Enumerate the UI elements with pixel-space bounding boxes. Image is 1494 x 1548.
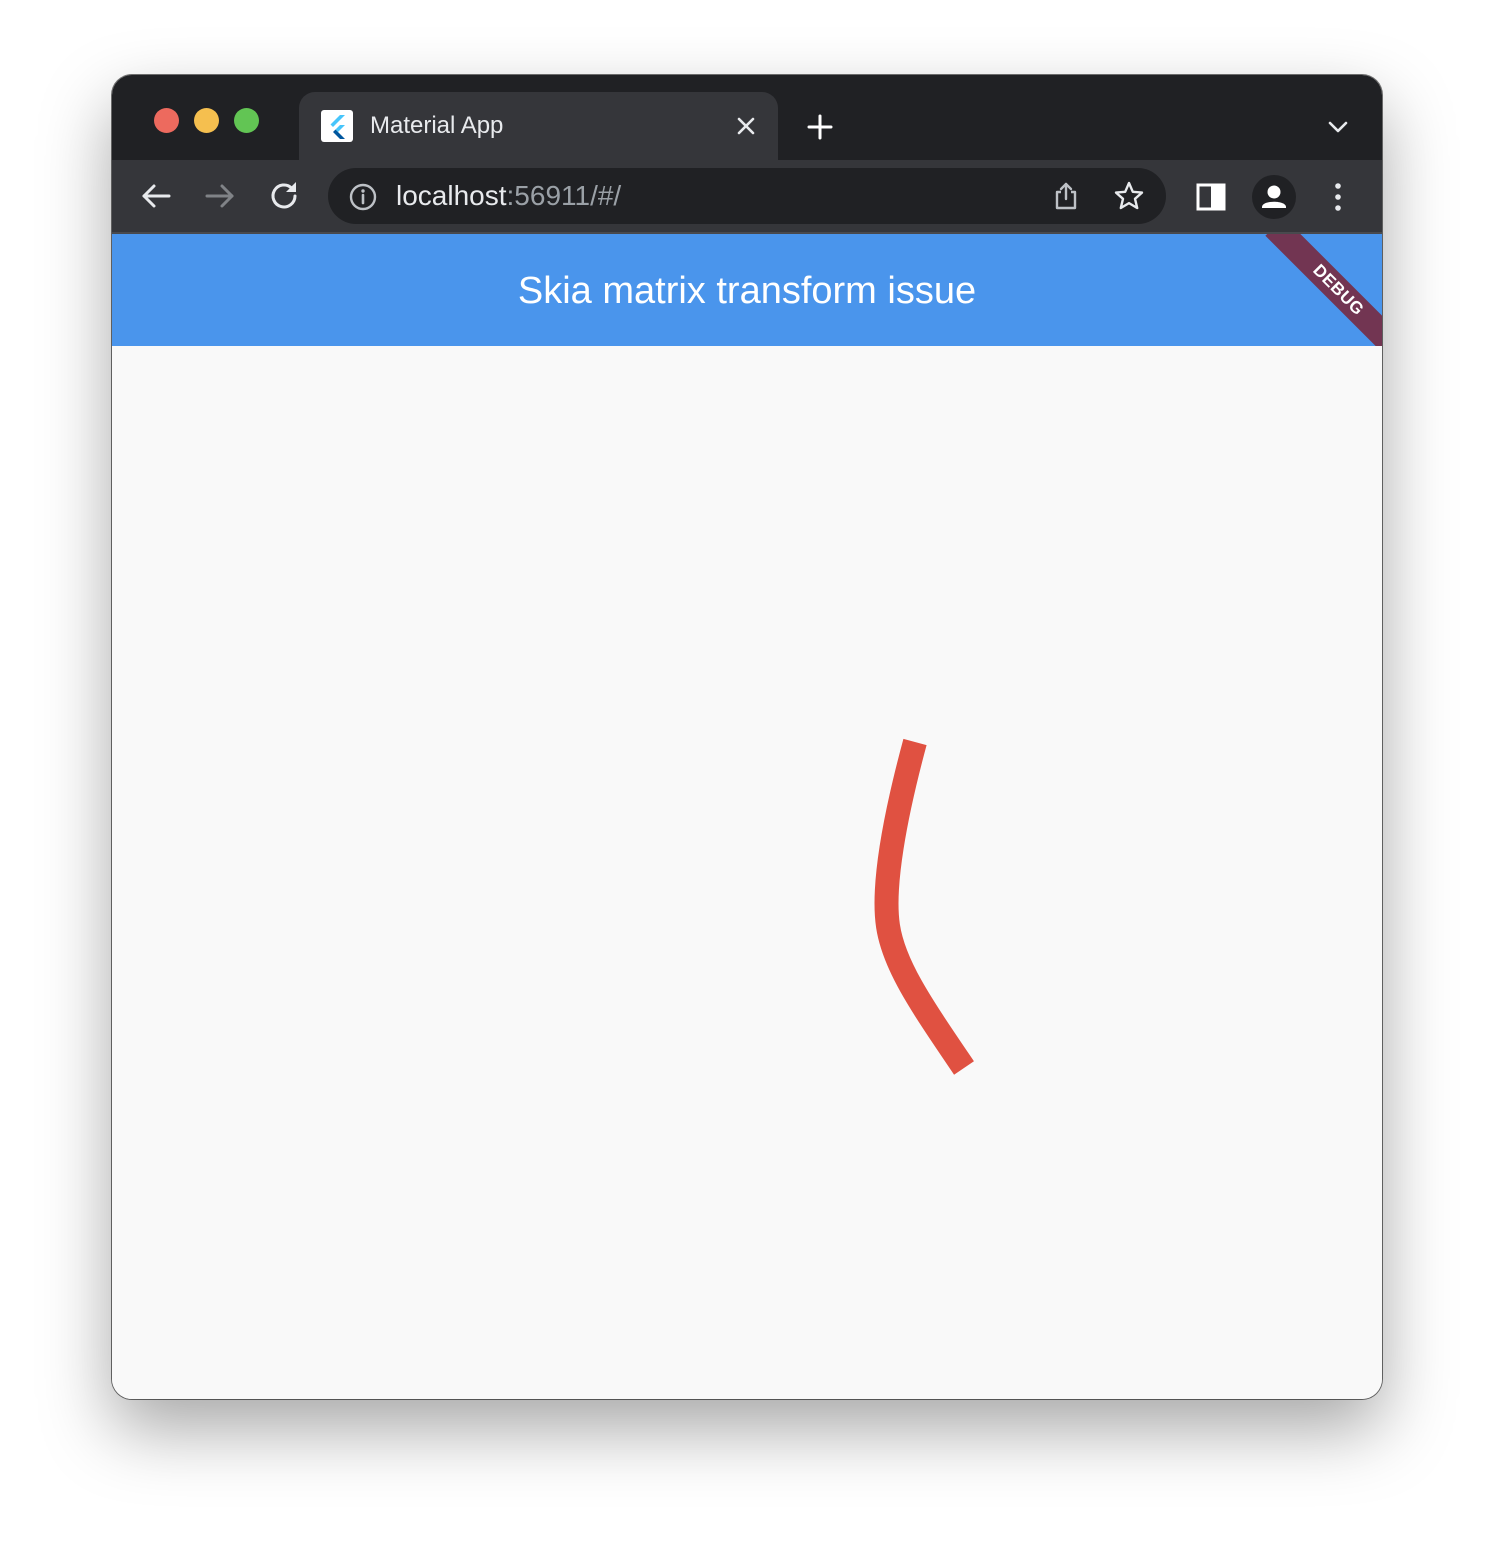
app-bar-title: Skia matrix transform issue — [517, 270, 977, 312]
browser-window: Material App localhost:56911/#/ Skia mat… — [112, 75, 1382, 1399]
url-text[interactable]: localhost:56911/#/ — [396, 180, 621, 212]
person-icon[interactable] — [1252, 175, 1296, 219]
debug-banner-label: DEBUG — [1309, 260, 1368, 320]
reload-icon[interactable] — [266, 178, 302, 214]
tab-title: Material App — [370, 112, 504, 139]
url-path: :56911/#/ — [506, 180, 622, 211]
canvas-drawing — [874, 738, 974, 1075]
share-icon[interactable] — [1050, 180, 1082, 212]
close-icon[interactable] — [732, 112, 760, 140]
url-host: localhost — [396, 180, 507, 211]
chevron-down-icon[interactable] — [1324, 113, 1352, 141]
window-close-button[interactable] — [154, 108, 179, 133]
address-bar[interactable]: localhost:56911/#/ — [328, 168, 1166, 224]
tab-material-app[interactable]: Material App — [299, 92, 778, 160]
kebab-menu-icon[interactable] — [1320, 179, 1356, 215]
plus-icon[interactable] — [804, 111, 836, 143]
debug-ribbon: DEBUG — [1265, 234, 1382, 354]
app-body — [112, 346, 1382, 1399]
window-maximize-button[interactable] — [234, 108, 259, 133]
side-panel-icon[interactable] — [1193, 179, 1229, 215]
debug-banner: DEBUG — [1262, 234, 1382, 354]
flutter-logo-icon — [321, 110, 353, 142]
star-icon[interactable] — [1113, 180, 1145, 212]
arrow-right-icon[interactable] — [202, 178, 238, 214]
window-minimize-button[interactable] — [194, 108, 219, 133]
browser-toolbar: localhost:56911/#/ — [112, 160, 1382, 233]
app-bar: Skia matrix transform issue — [112, 234, 1382, 346]
info-icon[interactable] — [348, 182, 378, 212]
arrow-left-icon[interactable] — [138, 178, 174, 214]
tab-strip: Material App — [112, 75, 1382, 160]
red-arc-stroke — [874, 738, 974, 1075]
